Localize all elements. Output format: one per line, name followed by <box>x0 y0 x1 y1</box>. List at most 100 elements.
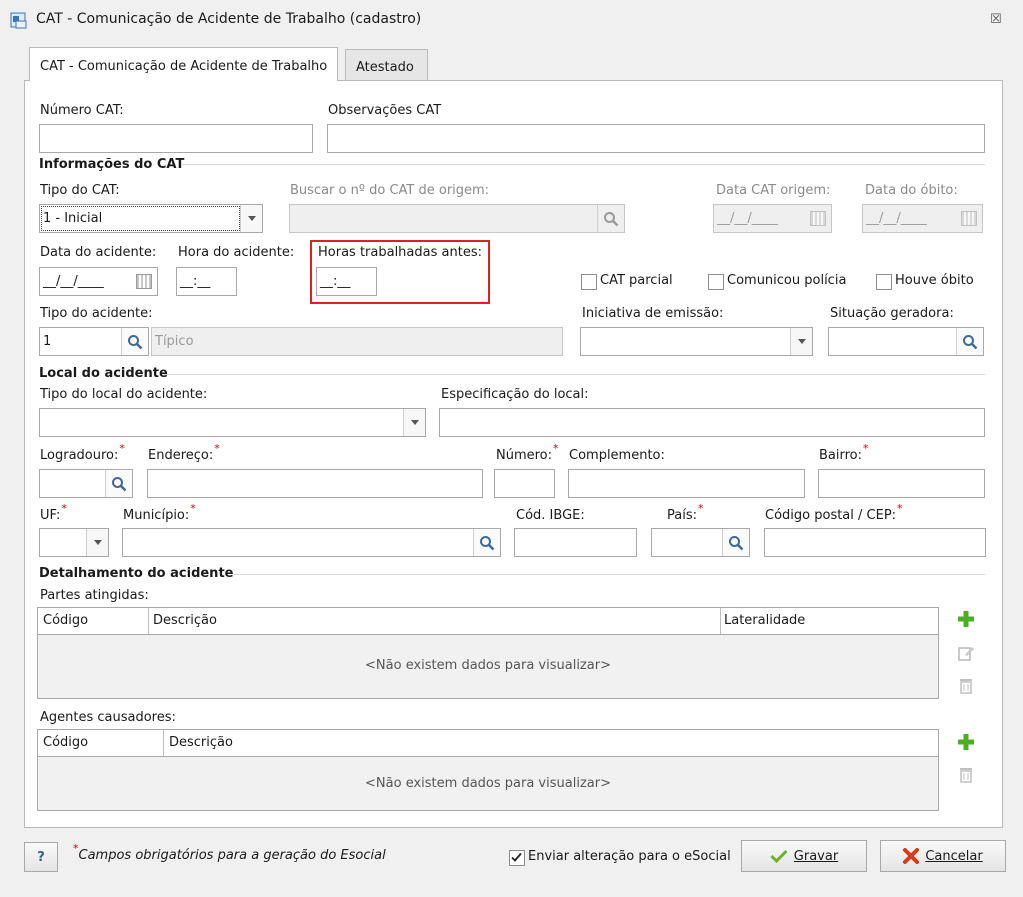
tipo-cat-label: Tipo do CAT: <box>40 183 120 198</box>
numero-cat-label: Número CAT: <box>40 103 124 118</box>
add-agente-button[interactable] <box>955 731 977 753</box>
cancel-x-icon <box>903 848 920 864</box>
enviar-esocial-checkbox[interactable] <box>509 850 525 869</box>
data-cat-origem-value: __/__/____ <box>717 211 778 226</box>
municipio-label: Município:* <box>123 502 196 523</box>
partes-atingidas-label: Partes atingidas: <box>40 588 149 603</box>
uf-select[interactable] <box>39 528 109 557</box>
data-cat-origem-label: Data CAT origem: <box>716 183 831 198</box>
section-divider <box>182 164 985 165</box>
numero-input[interactable] <box>494 469 555 498</box>
close-icon[interactable]: ☒ <box>990 12 1002 27</box>
column-divider <box>148 608 149 634</box>
add-parte-button[interactable] <box>955 608 977 630</box>
tab-cat[interactable]: CAT - Comunicação de Acidente de Trabalh… <box>29 47 339 81</box>
grid-header: Código Descrição <box>38 730 938 757</box>
tipo-acidente-description: Típico <box>151 327 563 356</box>
search-icon[interactable] <box>105 470 132 497</box>
column-header-codigo[interactable]: Código <box>43 613 88 628</box>
tipo-cat-value: 1 - Inicial <box>43 211 103 226</box>
data-obito-value: __/__/____ <box>866 211 927 226</box>
plus-icon <box>958 734 974 750</box>
chevron-down-icon[interactable] <box>403 409 425 436</box>
horas-trabalhadas-input[interactable]: __:__ <box>316 267 377 296</box>
iniciativa-emissao-label: Iniciativa de emissão: <box>582 306 724 321</box>
hora-acidente-value: __:__ <box>180 274 211 289</box>
title-bar: CAT - Comunicação de Acidente de Trabalh… <box>0 0 1023 40</box>
edit-parte-button[interactable] <box>955 642 977 664</box>
bairro-label: Bairro:* <box>819 442 869 463</box>
municipio-input[interactable] <box>122 528 501 557</box>
hora-acidente-input[interactable]: __:__ <box>176 267 237 296</box>
column-header-codigo[interactable]: Código <box>43 735 88 750</box>
tipo-acidente-code-input[interactable]: 1 <box>39 327 149 356</box>
pais-label: País:* <box>667 502 704 523</box>
column-header-lateralidade[interactable]: Lateralidade <box>724 613 805 628</box>
buscar-cat-origem-label: Buscar o nº do CAT de origem: <box>290 183 490 198</box>
gravar-button[interactable]: Gravar <box>741 840 867 872</box>
search-icon[interactable] <box>956 328 983 355</box>
cancelar-button[interactable]: Cancelar <box>880 840 1006 872</box>
column-divider <box>720 608 721 634</box>
comunicou-policia-checkbox[interactable] <box>708 274 724 293</box>
data-acidente-input[interactable]: __/__/____ <box>39 267 158 296</box>
data-obito-input: __/__/____ <box>862 204 983 233</box>
tipo-cat-select[interactable]: 1 - Inicial <box>39 204 263 233</box>
agentes-causadores-label: Agentes causadores: <box>40 710 176 725</box>
logradouro-input[interactable] <box>39 469 133 498</box>
numero-cat-input[interactable] <box>39 124 313 153</box>
calendar-icon <box>956 205 982 232</box>
buscar-cat-origem-input <box>289 204 625 233</box>
agentes-causadores-grid[interactable]: Código Descrição <Não existem dados para… <box>37 729 939 811</box>
tipo-local-select[interactable] <box>39 408 426 437</box>
bairro-input[interactable] <box>818 469 985 498</box>
chevron-down-icon[interactable] <box>240 205 262 232</box>
search-icon[interactable] <box>722 529 749 556</box>
tipo-acidente-description-value: Típico <box>155 334 194 349</box>
calendar-icon[interactable] <box>131 268 157 295</box>
search-icon[interactable] <box>121 328 148 355</box>
houve-obito-checkbox[interactable] <box>876 274 892 293</box>
complemento-input[interactable] <box>568 469 805 498</box>
numero-label: Número:* <box>496 442 559 463</box>
search-icon[interactable] <box>473 529 500 556</box>
cat-parcial-checkbox[interactable] <box>581 274 597 293</box>
help-button[interactable]: ? <box>24 842 58 872</box>
search-icon <box>597 205 624 232</box>
partes-atingidas-grid[interactable]: Código Descrição Lateralidade <Não exist… <box>37 607 939 699</box>
logradouro-label: Logradouro:* <box>40 442 125 463</box>
tab-atestado[interactable]: Atestado <box>345 49 428 81</box>
cat-parcial-label: CAT parcial <box>600 273 673 288</box>
edit-icon <box>958 647 974 661</box>
delete-agente-button[interactable] <box>955 763 977 785</box>
especificacao-local-input[interactable] <box>439 408 985 437</box>
iniciativa-emissao-select[interactable] <box>580 327 813 356</box>
pais-input[interactable] <box>651 528 750 557</box>
situacao-geradora-input[interactable] <box>828 327 984 356</box>
required-fields-note: *Campos obrigatórios para a geração do E… <box>73 842 386 863</box>
observacoes-cat-input[interactable] <box>327 124 985 153</box>
endereco-input[interactable] <box>147 469 483 498</box>
section-divider <box>162 374 985 375</box>
chevron-down-icon[interactable] <box>790 328 812 355</box>
endereco-label: Endereço:* <box>148 442 220 463</box>
column-divider <box>163 730 164 756</box>
column-header-descricao[interactable]: Descrição <box>169 735 233 750</box>
chevron-down-icon[interactable] <box>86 529 108 556</box>
horas-trabalhadas-label: Horas trabalhadas antes: <box>318 245 482 260</box>
cancelar-label: Cancelar <box>925 848 983 864</box>
calendar-icon <box>805 205 831 232</box>
window-title: CAT - Comunicação de Acidente de Trabalh… <box>36 11 422 27</box>
hora-acidente-label: Hora do acidente: <box>178 245 295 260</box>
column-header-descricao[interactable]: Descrição <box>153 613 217 628</box>
situacao-geradora-label: Situação geradora: <box>830 306 954 321</box>
trash-icon <box>960 679 972 694</box>
cep-label: Código postal / CEP:* <box>765 502 903 523</box>
data-obito-label: Data do óbito: <box>865 183 958 198</box>
cep-input[interactable] <box>764 528 986 557</box>
grid-empty-message: <Não existem dados para visualizar> <box>365 658 611 673</box>
cod-ibge-input[interactable] <box>514 528 637 557</box>
cod-ibge-label: Cód. IBGE: <box>516 508 585 523</box>
data-cat-origem-input: __/__/____ <box>713 204 832 233</box>
delete-parte-button[interactable] <box>955 674 977 696</box>
